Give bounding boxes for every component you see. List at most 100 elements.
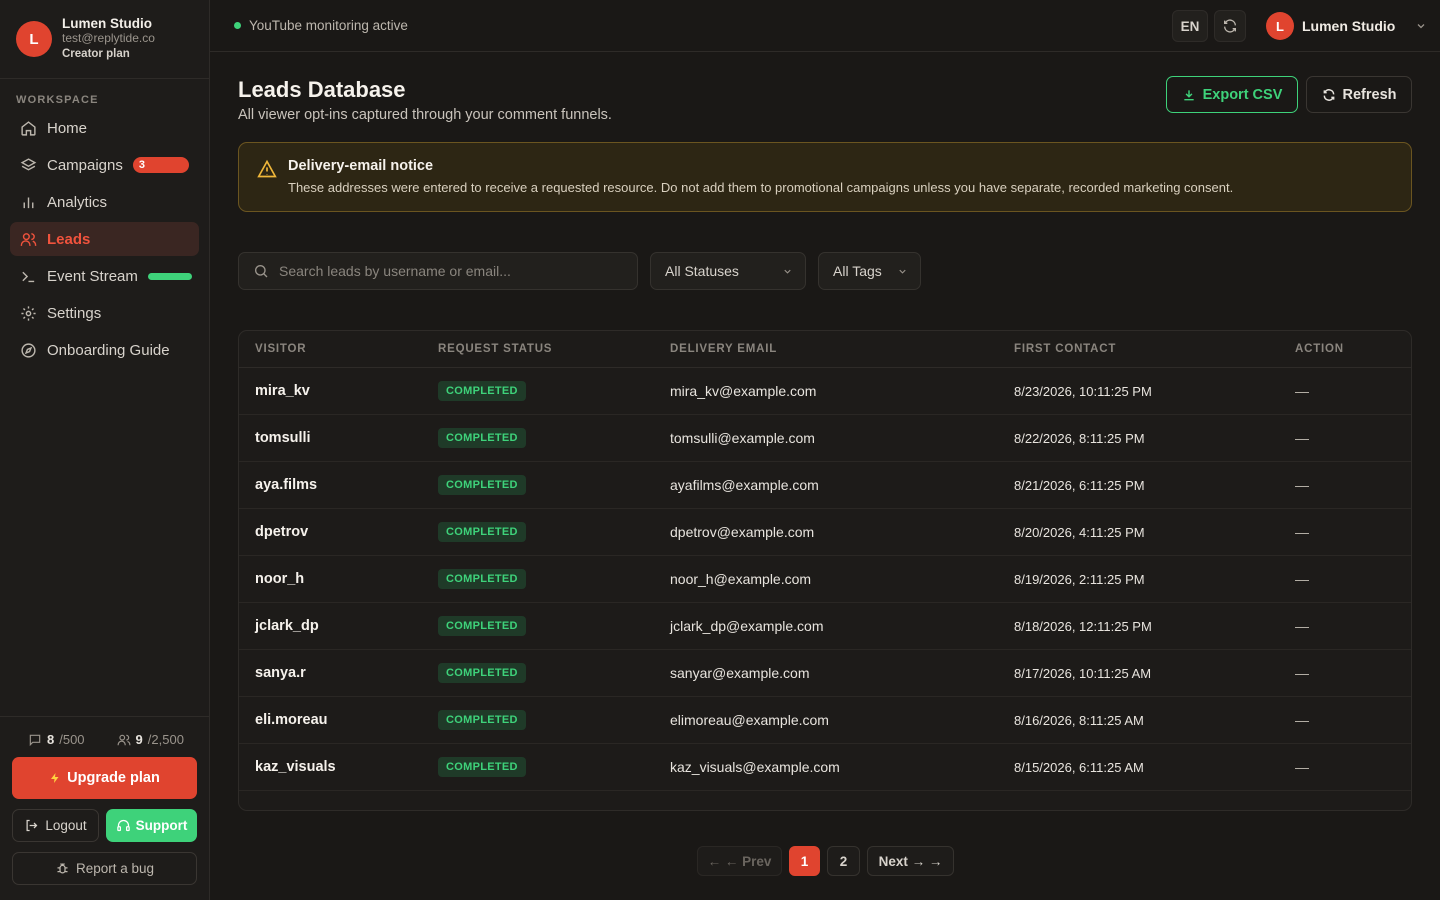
compass-icon (19, 341, 37, 359)
live-indicator (147, 272, 192, 280)
status-badge: COMPLETED (438, 428, 526, 448)
layers-icon (19, 156, 37, 174)
row-action[interactable]: — (1295, 759, 1309, 775)
row-action[interactable]: — (1295, 665, 1309, 681)
lightning-icon (51, 773, 59, 783)
search-input[interactable] (279, 263, 619, 279)
sidebar-item-label: Onboarding Guide (47, 341, 170, 359)
row-action[interactable]: — (1295, 430, 1309, 446)
sidebar-item-settings[interactable]: Settings (10, 296, 199, 330)
sidebar-item-leads[interactable]: Leads (10, 222, 199, 256)
status-filter-select[interactable]: All Statuses (650, 252, 806, 290)
page-button-2[interactable]: 2 (827, 846, 860, 876)
table-row[interactable]: eli.moreau COMPLETED elimoreau@example.com… (239, 697, 1411, 744)
first-contact-date: 8/15/2026, 6:11:25 AM (1014, 760, 1144, 775)
row-action[interactable]: — (1295, 571, 1309, 587)
profile-card[interactable]: L Lumen Studio test@replytide.co Creator… (0, 0, 209, 79)
table-row[interactable]: tomsulli COMPLETED tomsulli@example.com 8/2… (239, 415, 1411, 462)
pagination: ← ← Prev 1 2 Next → → (697, 846, 954, 876)
sidebar-item-analytics[interactable]: Analytics (10, 185, 199, 219)
page-title: Leads Database (238, 77, 406, 102)
home-icon (19, 119, 37, 137)
monitoring-status: YouTube monitoring active (234, 18, 408, 33)
sidebar-item-label: Event Stream (47, 267, 138, 285)
column-header-status[interactable]: REQUEST STATUS (438, 343, 552, 355)
row-action[interactable]: — (1295, 712, 1309, 728)
visitor-name: noor_h (255, 571, 305, 587)
table-row[interactable]: kaz_visuals COMPLETED kaz_visuals@example.… (239, 744, 1411, 791)
table-row[interactable]: dpetrov COMPLETED dpetrov@example.com 8/20/… (239, 509, 1411, 556)
table-row[interactable]: aya.films COMPLETED ayafilms@example.com 8/… (239, 462, 1411, 509)
terminal-icon (19, 267, 37, 285)
first-contact-date: 8/19/2026, 2:11:25 PM (1014, 572, 1145, 587)
row-action[interactable]: — (1295, 524, 1309, 540)
sidebar-item-onboarding-guide[interactable]: Onboarding Guide (10, 333, 199, 367)
report-bug-button[interactable]: Report a bug (12, 852, 197, 885)
search-icon (254, 265, 268, 278)
profile-email: test@replytide.co (62, 30, 155, 45)
row-action[interactable]: — (1295, 383, 1309, 399)
users-icon (19, 230, 37, 248)
profile-plan: Creator plan (62, 47, 130, 60)
table-row[interactable]: jclark_dp COMPLETED jclark_dp@example.com 8… (239, 603, 1411, 650)
user-name: Lumen Studio (1302, 18, 1396, 34)
table-body: mira_kv COMPLETED mira_kv@example.com 8/23/… (239, 368, 1411, 791)
profile-name: Lumen Studio (62, 15, 152, 31)
logout-button[interactable]: Logout (12, 809, 99, 842)
delivery-email: jclark_dp@example.com (670, 618, 824, 634)
sidebar-item-label: Settings (47, 304, 102, 322)
delivery-email: tomsulli@example.com (670, 430, 815, 446)
prev-page-button[interactable]: ← ← Prev (697, 846, 782, 876)
comment-icon (29, 734, 41, 746)
logout-icon (26, 819, 38, 832)
notice-text: These addresses were entered to receive … (288, 180, 1234, 195)
bar-chart-icon (19, 193, 37, 211)
status-badge: COMPLETED (438, 475, 526, 495)
tag-filter-select[interactable]: All Tags (818, 252, 921, 290)
status-badge: COMPLETED (438, 381, 526, 401)
export-csv-button[interactable]: Export CSV (1166, 76, 1298, 113)
refresh-icon (1224, 19, 1236, 33)
usage-quota: 8/500 9/2,500 (28, 732, 184, 747)
sidebar-item-label: Leads (47, 230, 91, 248)
bug-icon (57, 863, 68, 874)
status-badge: COMPLETED (438, 710, 526, 730)
first-contact-date: 8/18/2026, 12:11:25 PM (1014, 619, 1152, 634)
delivery-email: noor_h@example.com (670, 571, 812, 587)
status-badge: COMPLETED (438, 616, 526, 636)
support-button[interactable]: Support (106, 809, 197, 842)
status-badge: COMPLETED (438, 663, 526, 683)
sidebar-item-campaigns[interactable]: Campaigns 3 (10, 148, 199, 182)
table-row[interactable]: mira_kv COMPLETED mira_kv@example.com 8/23/… (239, 368, 1411, 415)
section-label: WORKSPACE (16, 94, 99, 106)
page-button-1[interactable]: 1 (789, 846, 820, 876)
top-bar: YouTube monitoring active EN L Lumen Stu… (210, 0, 1440, 52)
language-switcher[interactable]: EN (1172, 10, 1208, 42)
table-row[interactable]: noor_h COMPLETED noor_h@example.com 8/19/20… (239, 556, 1411, 603)
user-menu[interactable]: L Lumen Studio (1266, 12, 1427, 40)
column-header-first-contact[interactable]: FIRST CONTACT (1014, 343, 1116, 355)
download-icon (1183, 89, 1194, 100)
sidebar-item-home[interactable]: Home (10, 111, 199, 145)
row-action[interactable]: — (1295, 477, 1309, 493)
first-contact-date: 8/17/2026, 10:11:25 AM (1014, 666, 1152, 681)
column-header-email[interactable]: DELIVERY EMAIL (670, 343, 777, 355)
upgrade-plan-button[interactable]: Upgrade plan (12, 757, 197, 799)
table-row[interactable]: sanya.r COMPLETED sanyar@example.com 8/17/2… (239, 650, 1411, 697)
visitor-name: tomsulli (255, 430, 311, 446)
delivery-email: sanyar@example.com (670, 665, 810, 681)
sidebar-item-label: Analytics (47, 193, 108, 211)
sync-button[interactable] (1214, 10, 1246, 42)
sidebar-item-event-stream[interactable]: Event Stream (10, 259, 199, 293)
refresh-button[interactable]: Refresh (1306, 76, 1412, 113)
chevron-down-icon (899, 269, 906, 274)
comments-quota: 8/500 (28, 732, 85, 747)
next-page-button[interactable]: Next → → (867, 846, 954, 876)
first-contact-date: 8/20/2026, 4:11:25 PM (1014, 525, 1145, 540)
sidebar: L Lumen Studio test@replytide.co Creator… (0, 0, 210, 900)
visitor-name: mira_kv (255, 383, 310, 399)
column-header-action: ACTION (1295, 343, 1344, 355)
row-action[interactable]: — (1295, 618, 1309, 634)
column-header-visitor[interactable]: VISITOR (255, 343, 306, 355)
users-icon (117, 734, 130, 745)
